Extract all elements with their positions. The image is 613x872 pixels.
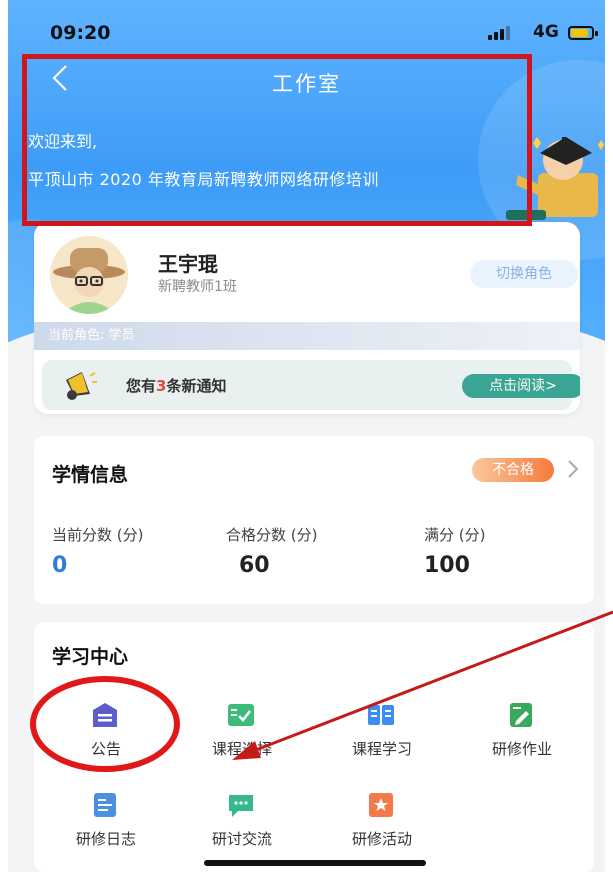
read-notice-button[interactable]: 点击阅读> bbox=[462, 374, 580, 398]
grid-label-homework: 研修作业 bbox=[491, 740, 552, 758]
stat-label-current: 当前分数 (分) bbox=[52, 526, 144, 544]
megaphone-icon bbox=[66, 372, 97, 400]
grid-label-discussion: 研讨交流 bbox=[211, 830, 272, 848]
course-select-icon bbox=[228, 704, 254, 726]
chevron-right-icon[interactable] bbox=[564, 458, 582, 480]
grid-label-course-select: 课程选择 bbox=[211, 740, 272, 758]
profile-card: 王宇琨 新聘教师1班 切换角色 当前角色: 学员 您有3条新通知 点击阅读> bbox=[34, 222, 580, 414]
switch-role-button[interactable]: 切换角色 bbox=[470, 260, 578, 288]
grid-label-journal: 研修日志 bbox=[75, 830, 136, 848]
course-study-icon bbox=[368, 705, 394, 725]
user-name: 王宇琨 bbox=[158, 252, 218, 276]
stat-label-pass: 合格分数 (分) bbox=[226, 526, 318, 544]
avatar[interactable] bbox=[50, 236, 128, 314]
grid-label-course-study: 课程学习 bbox=[351, 740, 412, 758]
journal-icon bbox=[94, 793, 116, 817]
current-role: 当前角色: 学员 bbox=[34, 322, 580, 350]
grid-item-journal[interactable]: 研修日志 bbox=[36, 790, 176, 860]
stat-value-current: 0 bbox=[52, 553, 68, 578]
status-badge: 不合格 bbox=[472, 458, 554, 482]
battery-icon bbox=[568, 26, 598, 40]
annotation-highlight-circle bbox=[30, 676, 180, 772]
grid-item-discussion[interactable]: 研讨交流 bbox=[172, 790, 312, 860]
stat-label-full: 满分 (分) bbox=[424, 526, 486, 544]
activity-icon bbox=[369, 793, 393, 817]
user-class: 新聘教师1班 bbox=[158, 279, 237, 295]
discussion-icon bbox=[229, 795, 253, 817]
notice-count: 3 bbox=[156, 377, 167, 395]
status-time: 09:20 bbox=[50, 22, 111, 44]
network-label: 4G bbox=[533, 22, 559, 42]
status-bar: 09:20 4G bbox=[8, 12, 605, 44]
home-indicator bbox=[204, 860, 426, 866]
grid-item-course-study[interactable]: 课程学习 bbox=[312, 700, 452, 770]
grid-item-course-select[interactable]: 课程选择 bbox=[172, 700, 312, 770]
study-info-title: 学情信息 bbox=[52, 464, 129, 486]
notice-text: 您有3条新通知 bbox=[126, 377, 227, 395]
grid-label-activity: 研修活动 bbox=[351, 830, 412, 848]
notice-bar[interactable]: 您有3条新通知 点击阅读> bbox=[42, 360, 580, 410]
stat-value-pass: 60 bbox=[239, 553, 270, 578]
grid-item-activity[interactable]: 研修活动 bbox=[312, 790, 452, 860]
study-info-card[interactable]: 学情信息 不合格 当前分数 (分) 合格分数 (分) 满分 (分) 0 60 1… bbox=[34, 436, 594, 604]
annotation-highlight-box bbox=[22, 54, 532, 226]
grid-item-homework[interactable]: 研修作业 bbox=[452, 700, 592, 770]
stat-value-full: 100 bbox=[424, 553, 470, 578]
learning-center-title: 学习中心 bbox=[52, 646, 129, 668]
homework-icon bbox=[510, 703, 532, 727]
